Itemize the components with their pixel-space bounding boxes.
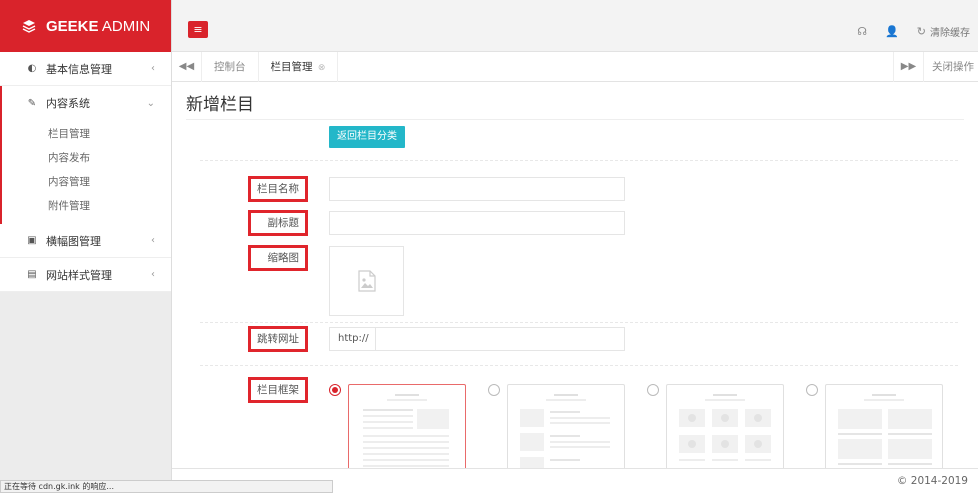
thumbnail-upload[interactable] [329,246,404,316]
frame-radio-1[interactable] [329,384,341,396]
divider [200,160,958,161]
image-icon: ▣ [27,235,37,246]
redirect-url-label: 跳转网址 [248,326,308,352]
frame-preview-2[interactable] [507,384,625,468]
sidebar-item-banner[interactable]: ▣ 横幅图管理 ‹ [0,224,171,258]
sidebar-item-content-system[interactable]: ✎ 内容系统 ⌄ [2,86,171,120]
frame-thumbnail-4 [838,394,932,465]
layers-icon [22,20,36,33]
tab-column-manage[interactable]: 栏目管理 ⊗ [259,51,339,82]
chevron-left-icon: ‹ [151,63,155,74]
chevron-left-icon: ‹ [151,235,155,246]
chevron-down-icon: ⌄ [146,97,155,109]
column-name-label: 栏目名称 [248,176,308,202]
frame-thumbnail-1 [363,394,449,467]
sidebar-item-basic-info[interactable]: ◐ 基本信息管理 ‹ [0,52,171,86]
submenu-item-content-publish[interactable]: 内容发布 [2,146,171,170]
sidebar-item-label: 基本信息管理 [46,62,112,76]
headset-icon[interactable]: ☊ [857,25,867,38]
column-frame-label: 栏目框架 [248,377,308,403]
user-icon[interactable]: 👤 [885,25,899,38]
divider [200,365,958,366]
clear-cache-label: 清除缓存 [930,28,970,39]
thumbnail-label: 缩略图 [248,245,308,271]
submenu-item-column-manage[interactable]: 栏目管理 [2,122,171,146]
column-name-input[interactable] [329,177,625,201]
sidebar-item-label: 网站样式管理 [46,268,112,282]
tabs-prev-icon[interactable]: ◀◀ [172,51,202,82]
sidebar-group-content: ✎ 内容系统 ⌄ 栏目管理 内容发布 内容管理 附件管理 [0,86,171,224]
divider [186,119,964,120]
clear-cache-button[interactable]: ↻ 清除缓存 [917,24,970,39]
frame-preview-3[interactable] [666,384,784,468]
frame-radio-3[interactable] [647,384,659,396]
brand-bold: GEEKE [46,17,99,35]
sidebar-item-label: 横幅图管理 [46,234,101,248]
globe-icon: ◐ [27,63,37,74]
submenu-item-attachment-manage[interactable]: 附件管理 [2,194,171,218]
tabs-next-icon[interactable]: ▶▶ [893,51,923,82]
url-prefix: http:// [330,328,376,350]
tabs-right: ▶▶ 关闭操作 [893,51,978,82]
frame-radio-4[interactable] [806,384,818,396]
sidebar-item-site-style[interactable]: ▤ 网站样式管理 ‹ [0,258,171,292]
subtitle-label: 副标题 [248,210,308,236]
page-title: 新增栏目 [186,95,254,115]
divider [200,322,958,323]
layout-icon: ▤ [27,269,37,280]
image-placeholder-icon [357,270,376,292]
brand-name: GEEKE ADMIN [46,18,150,35]
frame-radio-2[interactable] [488,384,500,396]
topbar: ≡ ☊ 👤 ↻ 清除缓存 [172,0,978,52]
logo[interactable]: GEEKE ADMIN [0,0,171,52]
frame-thumbnail-2 [520,394,610,468]
frame-preview-1[interactable] [348,384,466,468]
tab-label: 栏目管理 [270,60,313,73]
close-operations-button[interactable]: 关闭操作 [923,51,978,82]
admin-app: GEEKE ADMIN ◐ 基本信息管理 ‹ ✎ 内容系统 ⌄ 栏目管理 内容发… [0,0,978,493]
sidebar: GEEKE ADMIN ◐ 基本信息管理 ‹ ✎ 内容系统 ⌄ 栏目管理 内容发… [0,0,172,493]
menu-toggle-button[interactable]: ≡ [188,21,208,38]
back-to-categories-button[interactable]: 返回栏目分类 [329,126,405,148]
close-icon[interactable]: ⊗ [318,63,326,73]
refresh-icon: ↻ [916,25,926,38]
redirect-url-field[interactable]: http:// [329,327,625,351]
brand-rest: ADMIN [101,17,151,35]
frame-preview-4[interactable] [825,384,943,468]
submenu-item-content-manage[interactable]: 内容管理 [2,170,171,194]
content-area: 新增栏目 返回栏目分类 栏目名称 副标题 缩略图 跳转网址 http:// 栏目… [172,82,978,468]
subtitle-input[interactable] [329,211,625,235]
chevron-left-icon: ‹ [151,269,155,280]
tabs-bar: ◀◀ 控制台 栏目管理 ⊗ ▶▶ 关闭操作 [172,51,978,82]
browser-status-bar: 正在等待 cdn.gk.ink 的响应... [0,480,333,493]
copyright: © 2014-2019 [896,475,968,487]
sidebar-item-label: 内容系统 [46,97,90,110]
frame-thumbnail-3 [679,394,771,461]
edit-icon: ✎ [27,97,37,109]
tab-dashboard[interactable]: 控制台 [202,51,259,82]
side-menu: ◐ 基本信息管理 ‹ ✎ 内容系统 ⌄ 栏目管理 内容发布 内容管理 附件管理 [0,52,171,292]
submenu: 栏目管理 内容发布 内容管理 附件管理 [2,120,171,224]
topbar-actions: ☊ 👤 ↻ 清除缓存 [857,24,970,39]
